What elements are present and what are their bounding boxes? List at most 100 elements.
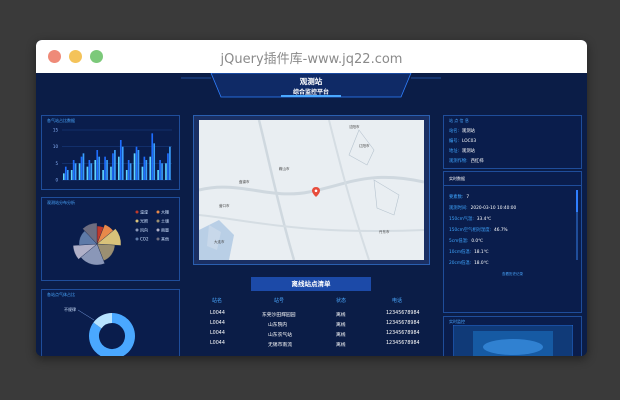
cell-phone: 12345678984 xyxy=(386,321,420,326)
bar xyxy=(129,163,132,180)
donut-leader-line xyxy=(77,309,95,321)
y-tick-label: 5 xyxy=(55,161,58,166)
bar xyxy=(121,146,124,180)
legend-label: 风向 xyxy=(140,227,148,233)
monitor-panel: 实时监控 xyxy=(443,316,582,356)
station-crop-row: 观测作物: 西红柿 xyxy=(449,159,484,164)
bar xyxy=(90,163,93,180)
bar xyxy=(96,150,99,180)
bar xyxy=(112,153,114,180)
legend-label: CO2 xyxy=(140,237,149,242)
donut-chart-panel: 各站点气体占比 不规律 xyxy=(41,289,180,356)
realtime-row: 20cm低温: 18.0℃ xyxy=(449,261,489,266)
bar xyxy=(153,143,156,180)
bar xyxy=(80,156,83,180)
bar xyxy=(151,133,154,180)
bar xyxy=(145,160,148,180)
cell-phone: 12345678984 xyxy=(386,341,420,346)
legend-label: 大棚 xyxy=(161,209,169,215)
map-label-anshan: 鞍山市 xyxy=(279,167,290,171)
realtime-data-title: 实时数据 xyxy=(449,176,465,181)
bar xyxy=(64,166,67,180)
donut-segment xyxy=(93,313,113,329)
cell-id: 山东院内 xyxy=(268,323,288,328)
station-name-row: 站名: 观测站 xyxy=(449,129,475,134)
legend-label: 其他 xyxy=(161,236,169,242)
bar xyxy=(157,170,159,180)
realtime-row: 观测时间: 2020-03-10 10:40:00 xyxy=(449,206,517,211)
bar-chart: 0 5 10 15 xyxy=(53,128,172,183)
legend-marker xyxy=(156,237,160,241)
bar xyxy=(133,153,136,180)
map-panel: 沈阳市 辽阳市 鞍山市 营口市 盘锦市 丹东市 大连市 xyxy=(193,115,430,265)
bar xyxy=(169,146,171,180)
bar xyxy=(141,166,144,180)
bar xyxy=(82,153,85,180)
station-info-title: 站 点 信 息 xyxy=(449,118,469,123)
legend-label: 光照 xyxy=(140,218,148,224)
y-tick-label: 10 xyxy=(53,144,59,149)
cell-status: 离线 xyxy=(336,343,346,348)
y-tick-label: 0 xyxy=(55,178,58,183)
cell-status: 离线 xyxy=(336,323,346,328)
y-tick-label: 15 xyxy=(53,128,59,133)
bar xyxy=(86,166,89,180)
history-link[interactable]: 查看历史记录 xyxy=(444,272,581,277)
map-label-panjin: 盘锦市 xyxy=(239,180,250,184)
bar xyxy=(98,156,101,180)
map-view[interactable]: 沈阳市 辽阳市 鞍山市 营口市 盘锦市 丹东市 大连市 xyxy=(199,120,424,260)
monitor-video-view[interactable] xyxy=(453,325,573,356)
realtime-row: 要素数: 7 xyxy=(449,195,470,200)
bar xyxy=(125,170,128,180)
bar xyxy=(135,146,138,180)
window-title: jQuery插件库-www.jq22.com xyxy=(220,52,403,67)
bar xyxy=(70,170,73,180)
legend-marker xyxy=(135,219,139,223)
station-id-row: 编号: LOC03 xyxy=(449,139,477,144)
legend-label: 土壤 xyxy=(161,218,169,224)
bar xyxy=(74,163,77,180)
legend-marker xyxy=(156,219,160,223)
bar xyxy=(104,156,106,180)
table-row[interactable]: L0044 山东农气站 离线 12345678984 xyxy=(196,331,428,340)
legend-marker xyxy=(135,210,139,214)
cell-id: 无锡市南流 xyxy=(268,343,292,348)
map-marker-icon[interactable] xyxy=(312,187,320,197)
bar xyxy=(88,160,91,180)
dashboard-subtitle: 综合监控平台 xyxy=(292,89,329,96)
bar xyxy=(167,153,169,180)
legend-label: 温湿 xyxy=(140,209,148,215)
realtime-data-panel: 实时数据 要素数: 7 观测时间: 2020-03-10 10:40:00 150c… xyxy=(443,171,582,313)
dashboard-header: 观测站 综合监控平台 xyxy=(181,73,441,101)
map-label-dalian: 大连市 xyxy=(214,240,225,244)
realtime-row: 5cm低温: 0.0℃ xyxy=(449,239,483,244)
column-header-name: 站名 xyxy=(212,298,223,304)
legend-label: 雨量 xyxy=(161,227,169,233)
bar xyxy=(106,160,108,180)
pie-chart: 温湿 大棚光照 土壤风向 雨量 CO2 其他 xyxy=(72,209,169,266)
bar xyxy=(161,163,163,180)
map-label-dandong: 丹东市 xyxy=(379,230,390,234)
bar xyxy=(149,156,152,180)
cell-id: 山东农气站 xyxy=(268,333,292,338)
map-label-yingkou: 营口市 xyxy=(219,204,230,208)
realtime-scrollbar[interactable] xyxy=(576,190,578,260)
cell-status: 离线 xyxy=(336,333,346,338)
table-row[interactable]: L0044 山东院内 离线 12345678984 xyxy=(196,321,428,330)
cell-phone: 12345678984 xyxy=(386,331,420,336)
realtime-row: 150cm空气相对湿度: 46.7% xyxy=(449,228,508,233)
map-label-liaoyang: 辽阳市 xyxy=(359,144,370,148)
bar xyxy=(118,156,120,180)
table-row[interactable]: L0044 东莞沙田辉园园 离线 12345678984 xyxy=(196,311,428,320)
bar xyxy=(143,156,146,180)
bar-chart-panel: 各气站占比数据 0 5 10 15 xyxy=(41,115,180,190)
realtime-row: 150cm气温: 33.4℃ xyxy=(449,217,492,222)
table-row[interactable]: L0044 无锡市南流 离线 12345678984 xyxy=(196,341,428,350)
bar xyxy=(119,140,122,180)
bar xyxy=(165,163,167,180)
bar xyxy=(94,160,97,180)
browser-window: jQuery插件库-www.jq22.com 观测站 综合监控平台 各气站占比数… xyxy=(36,40,587,356)
cell-name: L0044 xyxy=(210,321,225,326)
map-label-shenyang: 沈阳市 xyxy=(349,125,360,129)
bar xyxy=(78,163,81,180)
